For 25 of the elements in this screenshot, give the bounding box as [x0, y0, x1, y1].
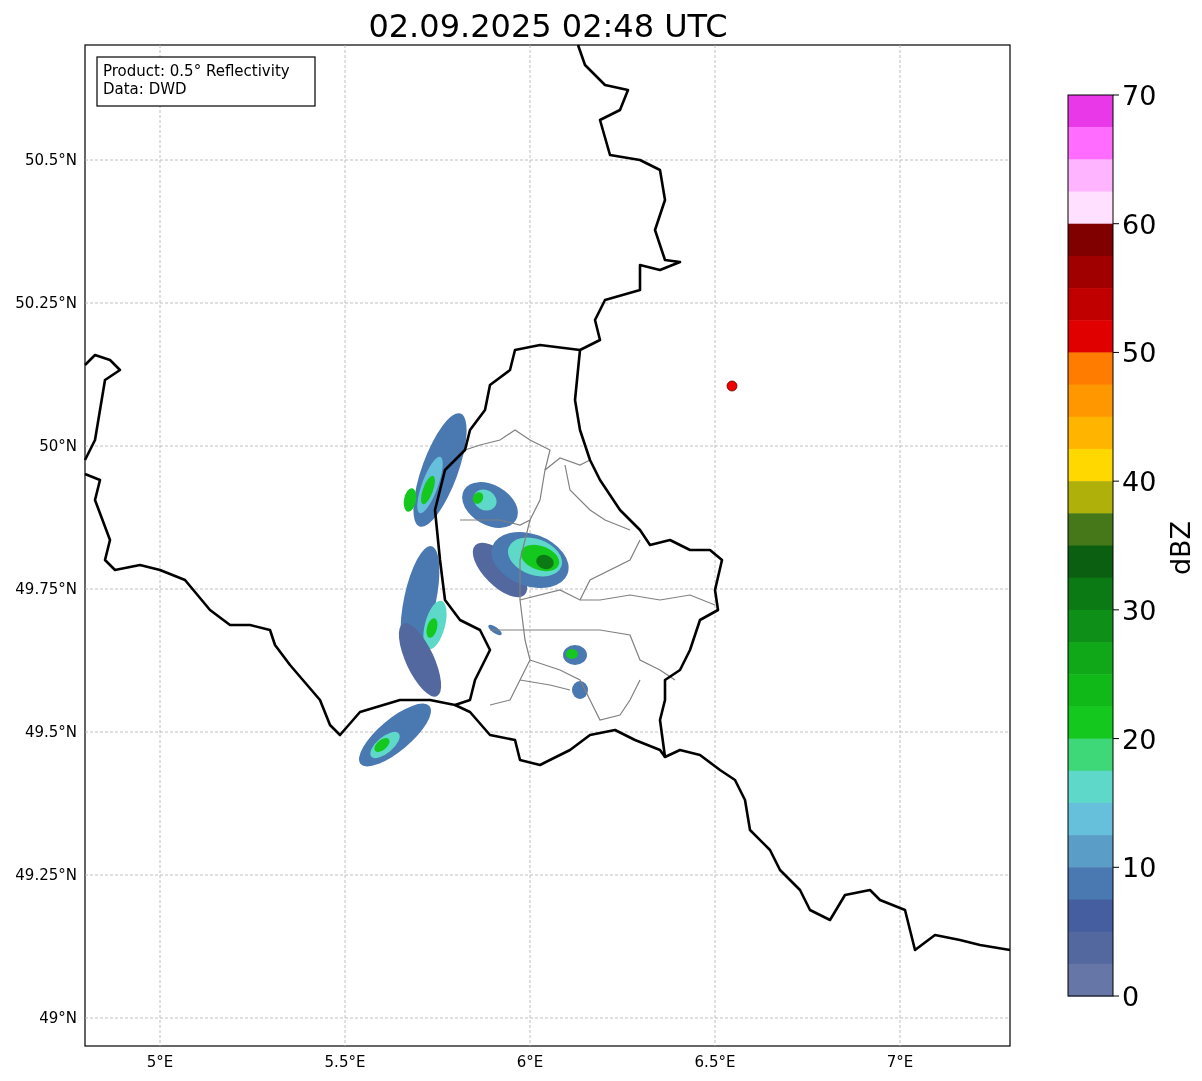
colorbar-tick-label: 30 [1122, 594, 1157, 626]
longitude-label: 6.5°E [694, 1053, 736, 1071]
colorbar-tick-label: 40 [1122, 466, 1157, 498]
colorbar-tick-label: 10 [1122, 852, 1157, 884]
colorbar-tick-label: 20 [1122, 723, 1157, 755]
colorbar-tick-label: 50 [1122, 337, 1157, 369]
latitude-label: 49.5°N [24, 723, 77, 741]
latitude-label: 50°N [39, 437, 77, 455]
radar-site-marker [726, 380, 738, 392]
longitude-label: 5°E [146, 1053, 174, 1071]
latitude-label: 49°N [39, 1009, 77, 1027]
longitude-label: 5.5°E [324, 1053, 366, 1071]
colorbar-tick-label: 70 [1122, 80, 1157, 111]
info-text: Data: DWD [103, 80, 187, 98]
latitude-label: 50.25°N [15, 294, 77, 312]
info-text: Product: 0.5° Reflectivity [103, 62, 290, 80]
map-title: 02.09.2025 02:48 UTC [368, 7, 728, 45]
latitude-label: 49.25°N [15, 866, 77, 884]
longitude-label: 7°E [886, 1053, 914, 1071]
latitude-label: 49.75°N [15, 580, 77, 598]
colorbar-tick-label: 60 [1122, 208, 1157, 240]
colorbar-tick-label: 0 [1122, 981, 1140, 1012]
longitude-label: 6°E [516, 1053, 544, 1071]
colorbar-label: dBZ [1165, 520, 1196, 576]
latitude-label: 50.5°N [24, 151, 77, 169]
